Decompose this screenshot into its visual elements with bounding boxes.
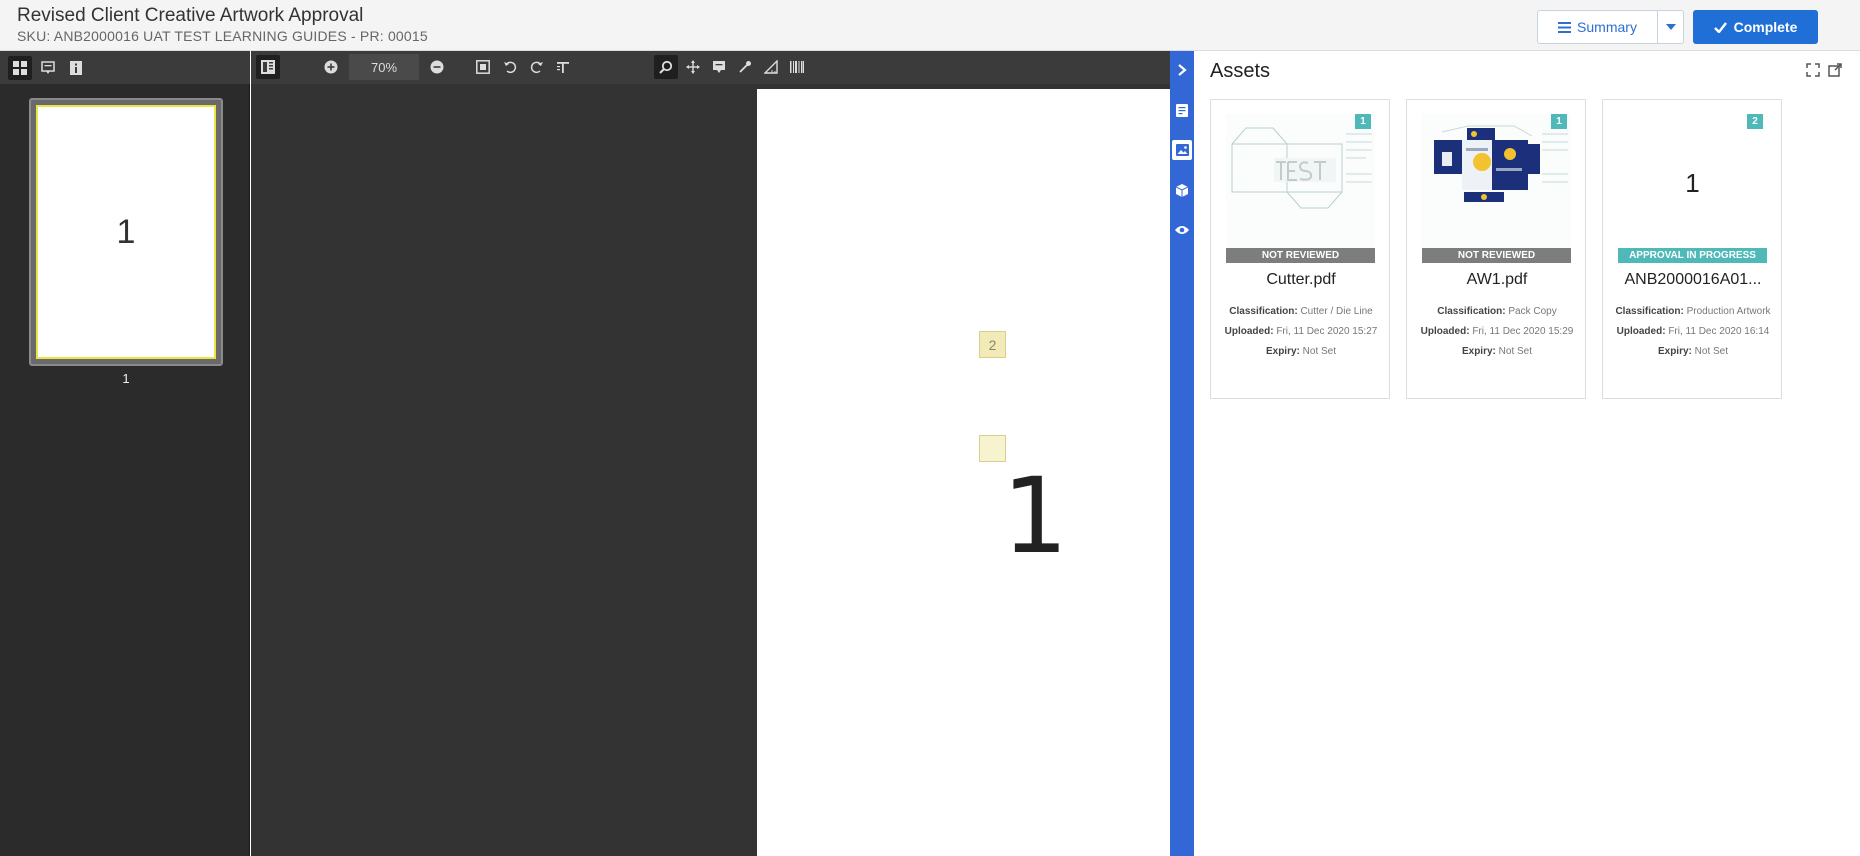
page-content-number: 1: [1002, 455, 1069, 577]
version-badge: 1: [1551, 114, 1567, 129]
rotate-left-icon[interactable]: [498, 55, 522, 79]
expiry-value: Not Set: [1694, 346, 1729, 357]
measure-icon[interactable]: [759, 55, 783, 79]
collapse-arrow-icon[interactable]: [1172, 60, 1192, 80]
asset-card[interactable]: 1 NOT REVIEWED Cutter.pdf Classification…: [1210, 99, 1390, 399]
eyedropper-icon[interactable]: [733, 55, 757, 79]
page-header: Revised Client Creative Artwork Approval…: [0, 0, 1860, 51]
status-badge: APPROVAL IN PROGRESS: [1618, 248, 1767, 263]
summary-button-label: Summary: [1577, 19, 1637, 35]
classification-value: Cutter / Die Line: [1300, 306, 1373, 317]
asset-preview: [1422, 114, 1571, 262]
asset-preview: 1: [1618, 114, 1767, 262]
rotate-right-icon[interactable]: [525, 55, 549, 79]
annotation-marker[interactable]: 2: [979, 331, 1006, 358]
status-badge: NOT REVIEWED: [1422, 248, 1571, 263]
grid-icon[interactable]: [8, 55, 32, 80]
page-subtitle: SKU: ANB2000016 UAT TEST LEARNING GUIDES…: [17, 28, 428, 44]
cube-icon[interactable]: [1172, 180, 1192, 200]
status-badge: NOT REVIEWED: [1226, 248, 1375, 263]
uploaded-value: Fri, 11 Dec 2020 15:27: [1276, 326, 1378, 337]
page-thumbnail[interactable]: 1: [29, 98, 223, 366]
uploaded-label: Uploaded:: [1224, 326, 1274, 337]
assets-panel: Assets 1 NOT REVIEWED Cutter.pdf Classif…: [1194, 51, 1860, 856]
expiry-label: Expiry:: [1461, 346, 1496, 357]
asset-meta: Classification: Cutter / Die Line Upload…: [1219, 302, 1383, 362]
expiry-value: Not Set: [1302, 346, 1337, 357]
check-icon: [1713, 21, 1727, 33]
viewer-toolbar: 70%: [251, 51, 1170, 84]
classification-value: Production Artwork: [1686, 306, 1771, 317]
asset-preview: [1226, 114, 1375, 262]
side-tab-strip: [1170, 51, 1194, 856]
version-badge: 1: [1355, 114, 1371, 129]
comment-icon[interactable]: [36, 56, 60, 80]
complete-button[interactable]: Complete: [1693, 10, 1818, 44]
info-icon[interactable]: [64, 56, 88, 80]
thumbnail-toolbar: [0, 51, 250, 84]
asset-card[interactable]: 1 2 APPROVAL IN PROGRESS ANB2000016A01..…: [1602, 99, 1782, 399]
asset-meta: Classification: Pack Copy Uploaded: Fri,…: [1415, 302, 1579, 362]
fit-page-icon[interactable]: [471, 55, 495, 79]
classification-label: Classification:: [1615, 306, 1684, 317]
barcode-icon[interactable]: [785, 55, 809, 79]
asset-filename: Cutter.pdf: [1266, 271, 1336, 288]
asset-preview-number: 1: [1685, 167, 1700, 198]
expiry-label: Expiry:: [1265, 346, 1300, 357]
thumbnail-label: 1: [122, 371, 130, 386]
image-icon[interactable]: [1172, 140, 1192, 160]
page-title: Revised Client Creative Artwork Approval: [17, 5, 364, 26]
list-icon: [1558, 21, 1572, 33]
uploaded-label: Uploaded:: [1616, 326, 1666, 337]
zoom-out-icon[interactable]: [425, 55, 449, 79]
thumbnail-panel: 1 1: [0, 51, 250, 856]
document-icon[interactable]: [1172, 100, 1192, 120]
classification-label: Classification:: [1229, 306, 1298, 317]
text-tool-icon[interactable]: [551, 55, 575, 79]
assets-title: Assets: [1210, 60, 1271, 82]
zoom-in-icon[interactable]: [319, 55, 343, 79]
classification-value: Pack Copy: [1508, 306, 1557, 317]
complete-button-label: Complete: [1733, 19, 1798, 35]
summary-dropdown-button[interactable]: [1657, 10, 1684, 44]
summary-button[interactable]: Summary: [1537, 10, 1658, 44]
asset-meta: Classification: Production Artwork Uploa…: [1611, 302, 1775, 362]
annotation-marker[interactable]: [979, 435, 1006, 462]
asset-filename: ANB2000016A01...: [1624, 271, 1762, 288]
version-badge: 2: [1747, 114, 1763, 129]
annotate-icon[interactable]: [707, 55, 731, 79]
uploaded-value: Fri, 11 Dec 2020 15:29: [1472, 326, 1574, 337]
zoom-level[interactable]: 70%: [349, 54, 419, 80]
popout-icon[interactable]: [1828, 63, 1844, 79]
toggle-sidebar-icon[interactable]: [256, 55, 280, 79]
search-icon[interactable]: [654, 55, 678, 79]
fullscreen-icon[interactable]: [1806, 63, 1822, 79]
thumbnail-page-number: 1: [36, 105, 216, 359]
uploaded-value: Fri, 11 Dec 2020 16:14: [1668, 326, 1770, 337]
pan-icon[interactable]: [681, 55, 705, 79]
document-viewer: 70% 2 1: [251, 51, 1170, 856]
asset-filename: AW1.pdf: [1466, 271, 1528, 288]
uploaded-label: Uploaded:: [1420, 326, 1470, 337]
expiry-value: Not Set: [1498, 346, 1533, 357]
document-page[interactable]: 2 1: [757, 89, 1170, 856]
classification-label: Classification:: [1437, 306, 1506, 317]
expiry-label: Expiry:: [1657, 346, 1692, 357]
asset-card[interactable]: 1 NOT REVIEWED AW1.pdf Classification: P…: [1406, 99, 1586, 399]
eye-icon[interactable]: [1172, 220, 1192, 240]
chevron-down-icon: [1665, 24, 1676, 30]
